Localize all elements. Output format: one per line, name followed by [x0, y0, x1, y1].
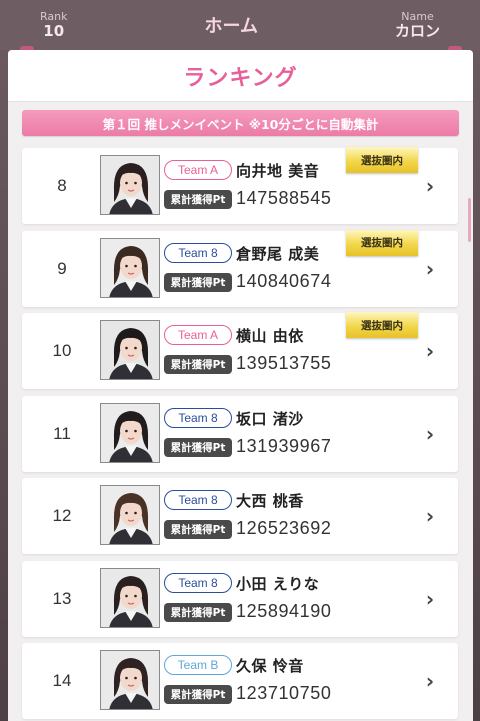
- points-value: 126523692: [236, 518, 332, 538]
- points-value: 131939967: [236, 435, 332, 456]
- points-value: 140840674: [236, 270, 332, 291]
- member-photo: [100, 155, 160, 215]
- chevron-right-icon[interactable]: ›: [420, 423, 440, 445]
- rank-stat: Rank 10: [40, 9, 68, 40]
- rank-number: 10: [52, 341, 72, 360]
- name-value: カロン: [394, 21, 440, 40]
- rank-number: 13: [52, 588, 72, 608]
- rank-label: Rank: [40, 9, 68, 23]
- rank-number: 12: [52, 506, 72, 525]
- chevron-right-icon[interactable]: ›: [420, 505, 440, 527]
- member-photo: [100, 237, 160, 298]
- member-name: 久保 怜音: [236, 657, 304, 675]
- ranking-row[interactable]: 14 Team B 久保 怜音 累計獲得Pt 123710750 ›: [22, 643, 458, 719]
- name-label: Name: [401, 9, 434, 23]
- chevron-right-icon[interactable]: ›: [420, 340, 440, 362]
- member-name: 向井地 美音: [236, 162, 320, 180]
- rank-number: 9: [57, 258, 67, 278]
- rank-number: 8: [57, 176, 67, 195]
- team-badge: Team 8: [164, 490, 232, 510]
- points-label: 累計獲得Pt: [164, 437, 232, 457]
- member-name: 大西 桃香: [236, 492, 304, 510]
- points-label: 累計獲得Pt: [164, 272, 232, 292]
- ranking-row[interactable]: 8 Team A 向井地 美音 累計獲得Pt 147588545 選抜圏内 ›: [22, 147, 458, 224]
- member-name: 坂口 渚沙: [236, 409, 304, 428]
- selection-zone-badge: 選抜圏内: [346, 312, 418, 338]
- team-badge: Team A: [164, 325, 232, 345]
- scrollbar[interactable]: [468, 198, 471, 242]
- selection-zone-badge: 選抜圏内: [346, 229, 418, 256]
- chevron-right-icon[interactable]: ›: [420, 175, 440, 197]
- ranking-row[interactable]: 11 Team 8 坂口 渚沙 累計獲得Pt 131939967 ›: [22, 395, 458, 472]
- points-label: 累計獲得Pt: [164, 355, 232, 374]
- team-badge: Team 8: [164, 572, 232, 593]
- ranking-modal: ランキング 第１回 推しメンイベント ※10分ごとに自動集計 8 Team A 向井…: [8, 50, 473, 721]
- member-photo: [100, 567, 160, 628]
- points-value: 125894190: [236, 600, 332, 621]
- ranking-row[interactable]: 9 Team 8 倉野尾 成美 累計獲得Pt 140840674 選抜圏内 ›: [22, 229, 458, 307]
- selection-zone-badge: 選抜圏内: [346, 147, 418, 173]
- rank-number: 14: [52, 671, 72, 690]
- chevron-right-icon[interactable]: ›: [420, 588, 440, 610]
- home-title: ホーム: [204, 16, 258, 37]
- app-header: Rank 10 ホーム Name カロン: [0, 0, 480, 50]
- points-label: 累計獲得Pt: [164, 685, 232, 704]
- rank-number: 11: [53, 423, 71, 443]
- event-banner: 第１回 推しメンイベント ※10分ごとに自動集計: [22, 110, 459, 136]
- points-value: 147588545: [236, 188, 332, 208]
- points-value: 123710750: [236, 683, 332, 703]
- rank-value: 10: [43, 21, 65, 40]
- modal-title: ランキング: [183, 65, 298, 91]
- points-label: 累計獲得Pt: [164, 520, 232, 539]
- points-label: 累計獲得Pt: [164, 602, 232, 622]
- member-photo: [100, 402, 160, 463]
- ranking-row[interactable]: 10 Team A 横山 由依 累計獲得Pt 139513755 選抜圏内 ›: [22, 312, 458, 389]
- team-badge: Team 8: [164, 242, 232, 263]
- chevron-right-icon[interactable]: ›: [420, 258, 440, 280]
- ranking-row[interactable]: 13 Team 8 小田 えりな 累計獲得Pt 125894190 ›: [22, 560, 458, 637]
- ranking-row[interactable]: 12 Team 8 大西 桃香 累計獲得Pt 126523692 ›: [22, 478, 458, 554]
- member-photo: [100, 650, 160, 710]
- team-badge: Team B: [164, 655, 232, 675]
- points-label: 累計獲得Pt: [164, 190, 232, 209]
- name-stat: Name カロン: [394, 9, 440, 40]
- team-badge: Team A: [164, 160, 232, 180]
- chevron-right-icon[interactable]: ›: [420, 670, 440, 692]
- member-name: 倉野尾 成美: [236, 244, 320, 263]
- points-value: 139513755: [236, 353, 332, 373]
- team-badge: Team 8: [164, 407, 232, 428]
- ranking-list: 8 Team A 向井地 美音 累計獲得Pt 147588545 選抜圏内 › 9 Team 8…: [22, 147, 458, 721]
- modal-header: ランキング: [8, 50, 473, 102]
- member-photo: [100, 485, 160, 545]
- member-name: 小田 えりな: [236, 574, 320, 593]
- member-name: 横山 由依: [236, 327, 304, 345]
- member-photo: [100, 320, 160, 380]
